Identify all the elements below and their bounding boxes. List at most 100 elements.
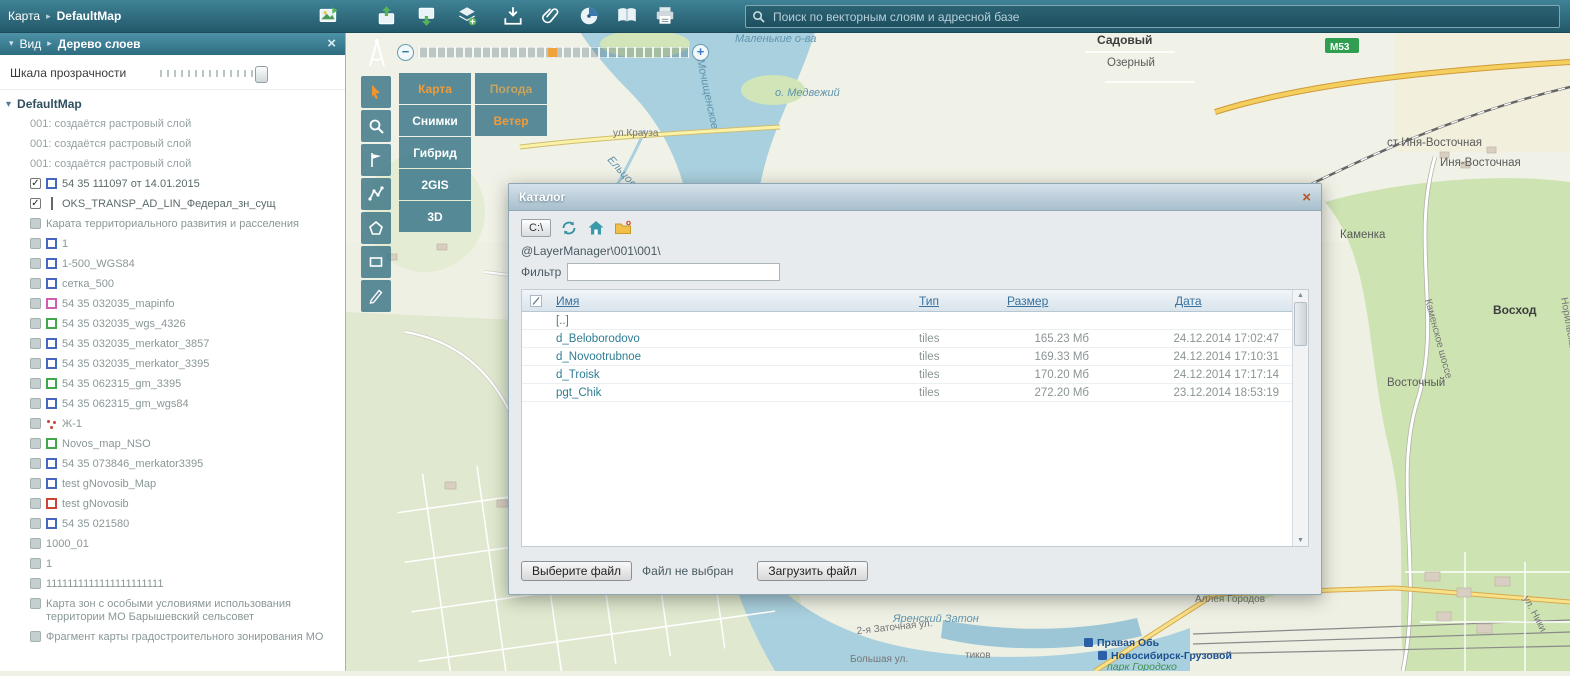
search-input[interactable] — [771, 9, 1553, 25]
layer-label[interactable]: OKS_TRANSP_AD_LIN_Федерал_зн_сущ — [62, 198, 339, 211]
layer-item[interactable]: 54 35 032035_wgs_4326 — [6, 315, 345, 335]
download-icon[interactable] — [502, 5, 524, 27]
layer-label[interactable]: Novos_map_NSO — [62, 438, 339, 451]
layer-item[interactable]: 1 — [6, 555, 345, 575]
layer-label[interactable]: 54 35 032035_wgs_4326 — [62, 318, 339, 331]
layer-label[interactable]: 1 — [46, 558, 339, 571]
layer-item[interactable]: 1 — [6, 235, 345, 255]
layer-item[interactable]: 54 35 062315_gm_wgs84 — [6, 395, 345, 415]
layer-item[interactable]: сетка_500 — [6, 275, 345, 295]
layer-item[interactable]: Карата территориального развития и рассе… — [6, 215, 345, 235]
transparency-slider[interactable] — [160, 67, 266, 80]
filter-input[interactable] — [567, 263, 780, 281]
drive-button[interactable]: C:\ — [521, 219, 551, 237]
layer-label[interactable]: 1 — [62, 238, 339, 251]
zoom-track[interactable] — [417, 47, 689, 58]
column-header-size[interactable]: Размер — [1007, 294, 1105, 308]
column-header-type[interactable]: Тип — [919, 294, 1007, 308]
tab-veter[interactable]: Ветер — [475, 105, 547, 136]
dialog-close-button[interactable]: × — [1302, 189, 1311, 206]
panel-menu[interactable]: Вид — [20, 37, 42, 51]
file-row[interactable]: d_Novootrubnoetiles169.33 Мб24.12.2014 1… — [522, 348, 1308, 366]
column-header-name[interactable]: Имя — [550, 294, 919, 308]
breadcrumb-root[interactable]: Карта — [8, 9, 40, 23]
export-raster-icon[interactable] — [376, 5, 398, 27]
layer-item[interactable]: 54 35 032035_mapinfo — [6, 295, 345, 315]
layer-checkbox[interactable] — [30, 438, 41, 449]
layer-label[interactable]: 54 35 032035_merkator_3857 — [62, 338, 339, 351]
layer-label[interactable]: 54 35 032035_mapinfo — [62, 298, 339, 311]
compass-round-icon[interactable] — [578, 5, 600, 27]
slash-column-icon[interactable] — [522, 295, 550, 307]
column-header-date[interactable]: Дата — [1105, 294, 1293, 308]
layer-item[interactable]: 54 35 073846_merkator3395 — [6, 455, 345, 475]
save-layer-icon[interactable] — [416, 5, 438, 27]
layer-checkbox[interactable] — [30, 218, 41, 229]
layer-item[interactable]: ✓ OKS_TRANSP_AD_LIN_Федерал_зн_сущ — [6, 195, 345, 215]
zoom-out-button[interactable]: − — [397, 44, 414, 61]
layer-item[interactable]: Ж-1 — [6, 415, 345, 435]
home-icon[interactable] — [587, 219, 605, 237]
layer-item[interactable]: test gNovosib — [6, 495, 345, 515]
zoom-level-indicator[interactable] — [548, 48, 557, 57]
layer-item[interactable]: 001: создаётся растровый слой — [6, 155, 345, 175]
tab-karta[interactable]: Карта — [399, 73, 471, 104]
layer-label[interactable]: Фрагмент карты градостроительного зониро… — [46, 631, 339, 644]
layer-item[interactable]: 001: создаётся растровый слой — [6, 135, 345, 155]
layer-checkbox[interactable] — [30, 578, 41, 589]
new-folder-icon[interactable] — [614, 219, 632, 237]
zoom-tool-icon[interactable] — [361, 110, 391, 142]
layer-label[interactable]: 1-500_WGS84 — [62, 258, 339, 271]
refresh-icon[interactable] — [560, 219, 578, 237]
polygon-tool-icon[interactable] — [361, 212, 391, 244]
layer-label[interactable]: test gNovosib_Map — [62, 478, 339, 491]
layer-checkbox[interactable]: ✓ — [30, 178, 41, 189]
collapse-arrow-icon[interactable]: ▾ — [6, 99, 11, 110]
layer-item[interactable]: 54 35 021580 — [6, 515, 345, 535]
panel-close-button[interactable]: × — [327, 36, 336, 51]
layer-checkbox[interactable] — [30, 538, 41, 549]
zoom-in-button[interactable]: + — [692, 44, 709, 61]
layer-checkbox[interactable] — [30, 418, 41, 429]
layer-label[interactable]: 54 35 032035_merkator_3395 — [62, 358, 339, 371]
layer-item[interactable]: 1000_01 — [6, 535, 345, 555]
layer-label[interactable]: 1111111111111111111111 — [46, 578, 339, 591]
layer-label[interactable]: сетка_500 — [62, 278, 339, 291]
rectangle-tool-icon[interactable] — [361, 246, 391, 278]
scroll-up-icon[interactable]: ▲ — [1297, 292, 1304, 299]
layer-item[interactable]: ✓ 54 35 111097 от 14.01.2015 — [6, 175, 345, 195]
legend-icon[interactable] — [616, 5, 638, 27]
layer-checkbox[interactable] — [30, 458, 41, 469]
tab-pogoda[interactable]: Погода — [475, 73, 547, 104]
layer-label[interactable]: 001: создаётся растровый слой — [30, 138, 339, 151]
layer-label[interactable]: 54 35 111097 от 14.01.2015 — [62, 178, 339, 191]
layer-checkbox[interactable]: ✓ — [30, 198, 41, 209]
compass-icon[interactable] — [363, 38, 391, 75]
select-tool-icon[interactable] — [361, 76, 391, 108]
layer-label[interactable]: 54 35 073846_merkator3395 — [62, 458, 339, 471]
draw-tool-icon[interactable] — [361, 280, 391, 312]
layer-item[interactable]: 1111111111111111111111 — [6, 575, 345, 595]
tab-2gis[interactable]: 2GIS — [399, 169, 471, 200]
layer-checkbox[interactable] — [30, 358, 41, 369]
layer-checkbox[interactable] — [30, 278, 41, 289]
layer-checkbox[interactable] — [30, 398, 41, 409]
layer-label[interactable]: test gNovosib — [62, 498, 339, 511]
layer-label[interactable]: Ж-1 — [62, 418, 339, 431]
table-scrollbar[interactable]: ▲ ▼ — [1292, 290, 1308, 546]
layer-checkbox[interactable] — [30, 631, 41, 642]
layer-checkbox[interactable] — [30, 298, 41, 309]
choose-file-button[interactable]: Выберите файл — [521, 561, 632, 581]
layer-item[interactable]: Карта зон с особыми условиями использова… — [6, 595, 345, 628]
layer-item[interactable]: test gNovosib_Map — [6, 475, 345, 495]
tab-3d[interactable]: 3D — [399, 201, 471, 232]
layer-item[interactable]: 54 35 032035_merkator_3857 — [6, 335, 345, 355]
layer-checkbox[interactable] — [30, 558, 41, 569]
layer-item[interactable]: 1-500_WGS84 — [6, 255, 345, 275]
tab-snimki[interactable]: Снимки — [399, 105, 471, 136]
layer-checkbox[interactable] — [30, 338, 41, 349]
layer-checkbox[interactable] — [30, 238, 41, 249]
layer-checkbox[interactable] — [30, 598, 41, 609]
layer-item[interactable]: Фрагмент карты градостроительного зониро… — [6, 628, 345, 648]
file-row[interactable]: d_Troisktiles170.20 Мб24.12.2014 17:17:1… — [522, 366, 1308, 384]
